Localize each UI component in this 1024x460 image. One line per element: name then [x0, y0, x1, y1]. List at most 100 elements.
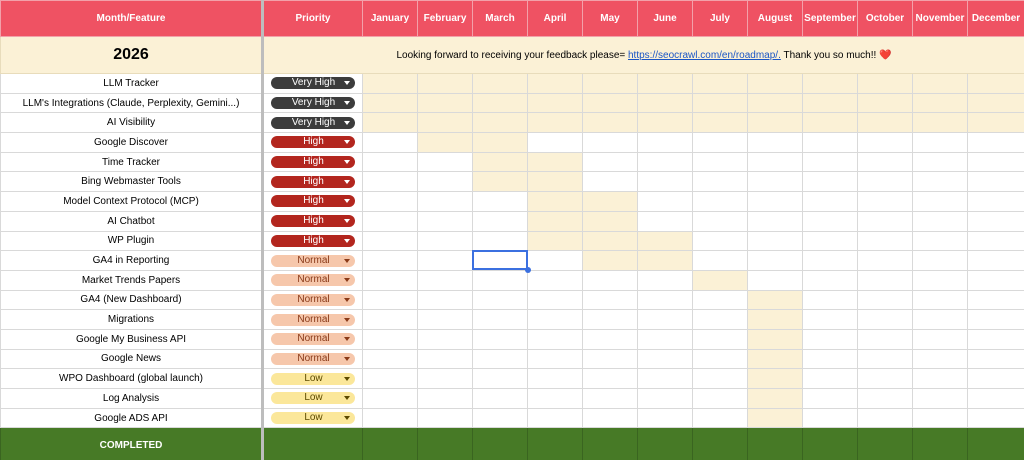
month-cell[interactable] [527, 269, 583, 291]
month-cell[interactable] [527, 368, 583, 389]
month-cell[interactable] [472, 407, 528, 429]
month-header-may[interactable]: May [582, 0, 638, 37]
month-cell[interactable] [747, 112, 803, 134]
month-cell[interactable] [857, 191, 913, 212]
month-cell[interactable] [747, 230, 803, 252]
month-cell[interactable] [967, 73, 1024, 94]
month-cell[interactable] [362, 328, 418, 350]
month-cell[interactable] [582, 269, 638, 291]
month-cell[interactable] [912, 328, 968, 350]
priority-cell[interactable]: High [262, 151, 363, 173]
month-cell[interactable] [417, 269, 473, 291]
completed-cell[interactable] [527, 427, 583, 460]
month-cell[interactable] [362, 92, 418, 114]
priority-column-header[interactable]: Priority [262, 0, 363, 37]
month-cell[interactable] [747, 210, 803, 232]
priority-dropdown[interactable]: High [271, 195, 355, 208]
month-cell[interactable] [857, 151, 913, 173]
month-cell[interactable] [417, 309, 473, 330]
month-cell[interactable] [417, 348, 473, 370]
month-cell[interactable] [637, 191, 693, 212]
priority-dropdown[interactable]: High [271, 175, 355, 188]
month-cell[interactable] [637, 171, 693, 193]
month-cell[interactable] [692, 348, 748, 370]
feature-name-cell[interactable]: Google My Business API [0, 328, 264, 350]
month-cell[interactable] [857, 269, 913, 291]
feature-name-cell[interactable]: GA4 in Reporting [0, 250, 264, 271]
month-cell[interactable] [912, 269, 968, 291]
month-cell[interactable] [472, 151, 528, 173]
month-header-september[interactable]: September [802, 0, 858, 37]
month-cell[interactable] [362, 407, 418, 429]
month-header-december[interactable]: December [967, 0, 1024, 37]
month-cell[interactable] [582, 368, 638, 389]
feedback-message[interactable]: Looking forward to receiving your feedba… [262, 36, 1024, 74]
month-cell[interactable] [692, 269, 748, 291]
month-cell[interactable] [362, 191, 418, 212]
month-cell[interactable] [967, 171, 1024, 193]
priority-cell[interactable]: Normal [262, 250, 363, 271]
month-cell[interactable] [912, 289, 968, 311]
month-cell[interactable] [912, 112, 968, 134]
month-cell[interactable] [857, 132, 913, 153]
month-cell[interactable] [527, 388, 583, 409]
month-header-february[interactable]: February [417, 0, 473, 37]
month-cell[interactable] [527, 151, 583, 173]
month-cell[interactable] [692, 92, 748, 114]
month-cell[interactable] [912, 92, 968, 114]
month-cell[interactable] [637, 328, 693, 350]
month-cell[interactable] [912, 368, 968, 389]
month-cell[interactable] [692, 289, 748, 311]
month-cell[interactable] [802, 171, 858, 193]
month-cell[interactable] [362, 73, 418, 94]
month-cell[interactable] [692, 309, 748, 330]
month-cell[interactable] [967, 289, 1024, 311]
month-cell[interactable] [582, 388, 638, 409]
month-cell[interactable] [362, 348, 418, 370]
feature-name-cell[interactable]: Log Analysis [0, 388, 264, 409]
month-cell[interactable] [417, 328, 473, 350]
month-cell[interactable] [912, 191, 968, 212]
month-cell[interactable] [967, 368, 1024, 389]
month-cell[interactable] [417, 289, 473, 311]
month-cell[interactable] [802, 112, 858, 134]
month-cell[interactable] [472, 171, 528, 193]
month-cell[interactable] [857, 92, 913, 114]
month-header-june[interactable]: June [637, 0, 693, 37]
feature-name-cell[interactable]: Market Trends Papers [0, 269, 264, 291]
month-cell[interactable] [692, 191, 748, 212]
month-cell[interactable] [527, 289, 583, 311]
priority-cell[interactable]: Normal [262, 269, 363, 291]
month-cell[interactable] [692, 230, 748, 252]
month-cell[interactable] [967, 191, 1024, 212]
month-cell[interactable] [802, 92, 858, 114]
month-cell[interactable] [967, 348, 1024, 370]
month-cell[interactable] [637, 309, 693, 330]
month-cell[interactable] [472, 230, 528, 252]
priority-cell[interactable]: Very High [262, 73, 363, 94]
month-cell[interactable] [527, 230, 583, 252]
month-cell[interactable] [472, 289, 528, 311]
month-cell[interactable] [802, 407, 858, 429]
month-cell[interactable] [692, 328, 748, 350]
month-cell[interactable] [802, 348, 858, 370]
month-cell[interactable] [967, 92, 1024, 114]
month-cell[interactable] [912, 348, 968, 370]
fill-handle[interactable] [524, 267, 531, 274]
month-cell[interactable] [637, 348, 693, 370]
month-cell[interactable] [417, 210, 473, 232]
completed-label[interactable]: COMPLETED [0, 427, 264, 460]
month-cell[interactable] [582, 348, 638, 370]
month-cell[interactable] [912, 250, 968, 271]
feature-name-cell[interactable]: WPO Dashboard (global launch) [0, 368, 264, 389]
month-cell[interactable] [747, 250, 803, 271]
month-cell[interactable] [912, 210, 968, 232]
month-cell[interactable] [417, 191, 473, 212]
completed-cell[interactable] [802, 427, 858, 460]
priority-cell[interactable]: Low [262, 407, 363, 429]
month-cell[interactable] [912, 388, 968, 409]
month-cell[interactable] [637, 151, 693, 173]
priority-dropdown[interactable]: Normal [271, 293, 355, 306]
priority-dropdown[interactable]: Low [271, 392, 355, 405]
month-cell[interactable] [692, 250, 748, 271]
